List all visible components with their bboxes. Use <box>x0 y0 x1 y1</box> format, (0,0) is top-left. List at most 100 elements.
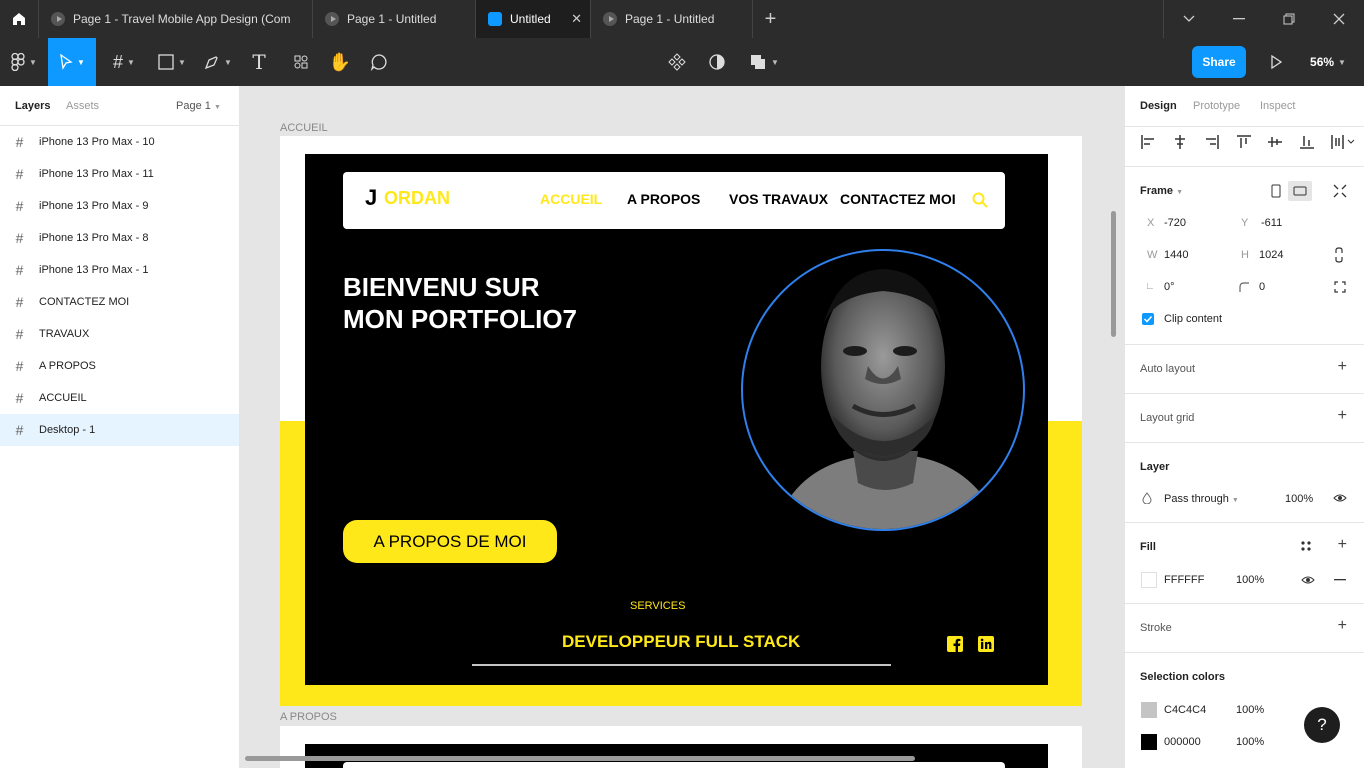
chevron-down-icon[interactable] <box>1163 0 1213 38</box>
tab-bar: Page 1 - Travel Mobile App Design (Com P… <box>0 0 1364 38</box>
new-tab-icon[interactable]: + <box>752 0 788 38</box>
comment-tool-icon[interactable] <box>364 38 394 86</box>
layer-item[interactable]: # iPhone 13 Pro Max - 8 <box>0 222 239 254</box>
selection-color-swatch[interactable] <box>1141 734 1157 750</box>
hand-tool-icon[interactable]: ✋ <box>325 38 355 86</box>
selection-color-hex[interactable]: 000000 <box>1164 736 1201 748</box>
align-horizontal-center-icon[interactable] <box>1173 135 1187 149</box>
layer-item[interactable]: # iPhone 13 Pro Max - 11 <box>0 158 239 190</box>
mask-icon[interactable] <box>702 38 732 86</box>
present-icon[interactable] <box>1262 38 1290 86</box>
selection-color-swatch[interactable] <box>1141 702 1157 718</box>
frame-label-accueil[interactable]: ACCUEIL <box>280 122 328 134</box>
layer-item-selected[interactable]: # Desktop - 1 <box>0 414 239 446</box>
portrait-orientation-icon[interactable] <box>1271 184 1281 198</box>
main-menu-button[interactable]: ▼ <box>0 38 48 86</box>
x-input[interactable]: -720 <box>1164 217 1186 229</box>
remove-fill-icon[interactable] <box>1334 579 1346 581</box>
blend-mode-dropdown[interactable]: Pass through ▼ <box>1164 493 1239 505</box>
tab-prototype[interactable]: Prototype <box>1193 100 1240 112</box>
align-vertical-center-icon[interactable] <box>1268 135 1282 149</box>
independent-corners-icon[interactable] <box>1334 281 1346 293</box>
linkedin-icon <box>978 636 994 652</box>
fill-hex-input[interactable]: FFFFFF <box>1164 574 1204 586</box>
services-title: DEVELOPPEUR FULL STACK <box>562 632 801 651</box>
y-input[interactable]: -611 <box>1261 217 1282 229</box>
selection-color-opacity[interactable]: 100% <box>1236 704 1264 716</box>
style-grid-icon[interactable] <box>1300 540 1312 552</box>
h-input[interactable]: 1024 <box>1259 249 1283 261</box>
close-window-icon[interactable] <box>1314 0 1364 38</box>
tab-assets[interactable]: Assets <box>66 100 99 112</box>
tab-design[interactable]: Design <box>1140 100 1177 112</box>
rotation-input[interactable]: 0° <box>1164 281 1175 293</box>
align-left-icon[interactable] <box>1141 135 1155 149</box>
file-tab[interactable]: Page 1 - Untitled <box>312 0 475 38</box>
canvas[interactable]: ACCUEIL J ORDAN ACCUEIL A PROPOS VOS TRA… <box>240 86 1124 768</box>
align-top-icon[interactable] <box>1237 135 1251 149</box>
add-fill-icon[interactable]: + <box>1338 536 1347 554</box>
tab-layers[interactable]: Layers <box>15 100 50 112</box>
help-button[interactable]: ? <box>1304 707 1340 743</box>
selection-color-opacity[interactable]: 100% <box>1236 736 1264 748</box>
layer-item[interactable]: # CONTACTEZ MOI <box>0 286 239 318</box>
layout-grid-title: Layout grid <box>1140 412 1195 424</box>
fill-swatch[interactable] <box>1141 572 1157 588</box>
align-bottom-icon[interactable] <box>1300 135 1314 149</box>
fill-opacity-input[interactable]: 100% <box>1236 574 1264 586</box>
layer-name: iPhone 13 Pro Max - 11 <box>39 168 154 180</box>
stroke-section: Stroke + <box>1125 603 1364 652</box>
share-button[interactable]: Share <box>1192 46 1246 78</box>
selection-color-hex[interactable]: C4C4C4 <box>1164 704 1206 716</box>
eye-icon[interactable] <box>1333 493 1347 503</box>
x-label: X <box>1147 217 1155 229</box>
pen-tool-button[interactable]: ▼ <box>198 38 238 86</box>
layer-name: iPhone 13 Pro Max - 8 <box>39 232 149 244</box>
restore-icon[interactable] <box>1264 0 1314 38</box>
component-icon[interactable] <box>662 38 692 86</box>
resize-to-fit-icon[interactable] <box>1333 184 1347 198</box>
frame-dropdown[interactable]: Frame ▼ <box>1140 185 1183 197</box>
landscape-orientation-button[interactable] <box>1288 181 1312 201</box>
clip-content-checkbox[interactable] <box>1142 313 1154 325</box>
distribute-icon[interactable] <box>1331 135 1355 149</box>
layer-item[interactable]: # iPhone 13 Pro Max - 9 <box>0 190 239 222</box>
vertical-scrollbar[interactable] <box>1111 211 1116 337</box>
layer-item[interactable]: # A PROPOS <box>0 350 239 382</box>
align-right-icon[interactable] <box>1205 135 1219 149</box>
frame-accueil[interactable]: J ORDAN ACCUEIL A PROPOS VOS TRAVAUX CON… <box>280 136 1082 706</box>
move-tool-button[interactable]: ▼ <box>48 38 96 86</box>
shape-tool-button[interactable]: ▼ <box>152 38 192 86</box>
constrain-proportions-icon[interactable] <box>1334 247 1344 263</box>
boolean-group-button[interactable]: ▼ <box>744 38 784 86</box>
layer-item[interactable]: # TRAVAUX <box>0 318 239 350</box>
frame-a-propos[interactable] <box>280 726 1082 768</box>
layer-item[interactable]: # iPhone 13 Pro Max - 10 <box>0 126 239 158</box>
tab-inspect[interactable]: Inspect <box>1260 100 1295 112</box>
file-icon <box>603 12 617 26</box>
corner-radius-input[interactable]: 0 <box>1259 281 1265 293</box>
h-label: H <box>1241 249 1249 261</box>
page-selector[interactable]: Page 1 ▼ <box>176 100 221 112</box>
layer-item[interactable]: # ACCUEIL <box>0 382 239 414</box>
layer-item[interactable]: # iPhone 13 Pro Max - 1 <box>0 254 239 286</box>
file-tab-active[interactable]: Untitled ✕ <box>475 0 590 38</box>
zoom-dropdown[interactable]: 56% ▼ <box>1300 38 1356 86</box>
frame-label-apropos[interactable]: A PROPOS <box>280 711 337 723</box>
resources-icon[interactable] <box>286 38 316 86</box>
w-input[interactable]: 1440 <box>1164 249 1188 261</box>
text-tool-icon[interactable]: T <box>244 38 274 86</box>
file-tab[interactable]: Page 1 - Travel Mobile App Design (Com <box>38 0 312 38</box>
add-layout-grid-icon[interactable]: + <box>1338 407 1347 425</box>
home-icon[interactable] <box>0 0 38 38</box>
minimize-icon[interactable] <box>1214 0 1264 38</box>
horizontal-scrollbar[interactable] <box>245 756 915 761</box>
add-auto-layout-icon[interactable]: + <box>1338 358 1347 376</box>
file-tab[interactable]: Page 1 - Untitled <box>590 0 752 38</box>
frame-tool-button[interactable]: # ▼ <box>104 38 144 86</box>
pen-icon <box>204 56 218 70</box>
eye-icon[interactable] <box>1301 575 1315 585</box>
add-stroke-icon[interactable]: + <box>1338 617 1347 635</box>
layer-opacity-input[interactable]: 100% <box>1285 493 1313 505</box>
close-icon[interactable]: ✕ <box>571 11 582 27</box>
